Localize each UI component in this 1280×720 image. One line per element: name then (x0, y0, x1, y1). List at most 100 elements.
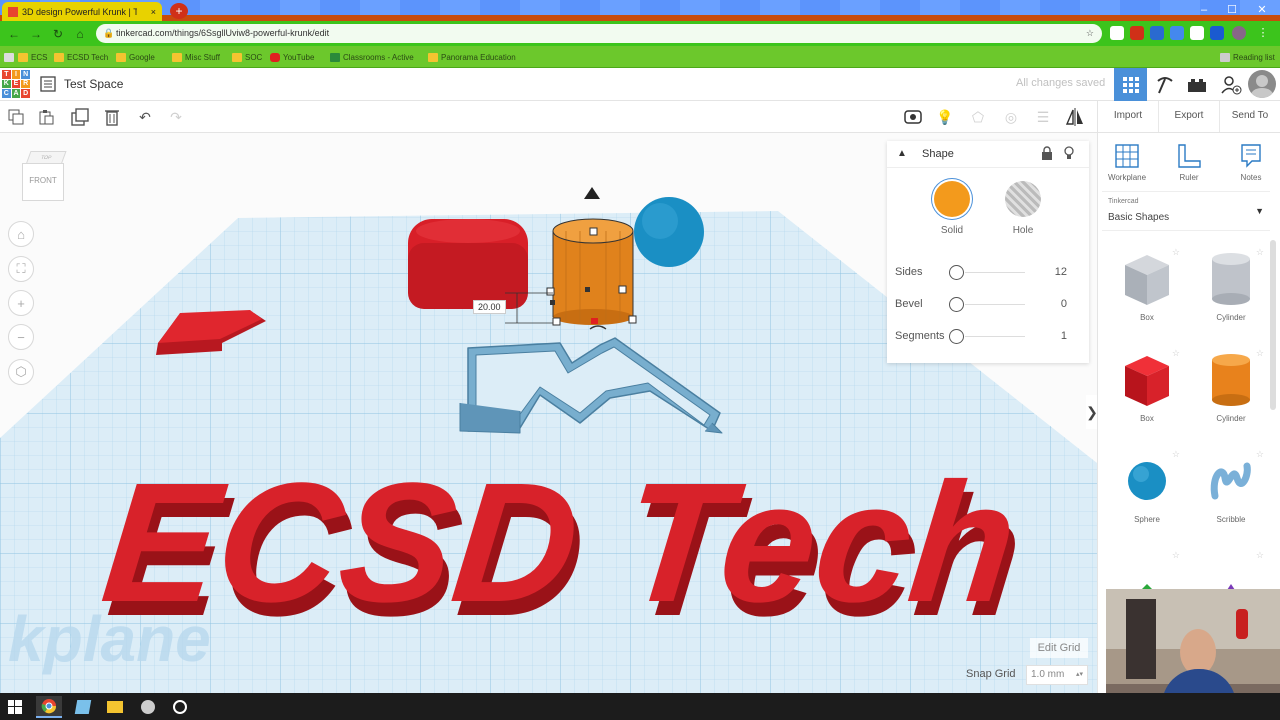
shape-cylinder-orange[interactable]: ☆ Cylinder (1196, 346, 1266, 438)
view-cube[interactable]: TOP FRONT (22, 151, 67, 203)
export-button[interactable]: Export (1158, 101, 1219, 132)
app-taskbar-icon[interactable] (135, 696, 161, 718)
bricks-button[interactable] (1180, 68, 1213, 101)
collapse-chevron-icon[interactable]: ▲ (897, 148, 907, 159)
favorite-star-icon[interactable]: ☆ (1256, 449, 1264, 460)
red-rounded-box[interactable] (408, 219, 528, 309)
url-field[interactable]: 🔒 tinkercad.com/things/6SsgllUviw8-power… (96, 24, 1102, 43)
extension-icon[interactable] (1210, 26, 1224, 40)
perspective-icon[interactable]: ⬡ (8, 359, 34, 385)
favorite-star-icon[interactable]: ☆ (1256, 247, 1264, 258)
import-button[interactable]: Import (1098, 101, 1158, 132)
paste-icon[interactable] (36, 107, 56, 127)
browser-tab[interactable]: 3D design Powerful Krunk | Tinkercad × (2, 2, 162, 21)
duplicate-icon[interactable] (70, 107, 90, 127)
favorite-star-icon[interactable]: ☆ (1172, 247, 1180, 258)
mirror-icon[interactable] (1065, 107, 1085, 127)
add-user-button[interactable] (1214, 68, 1247, 101)
shape-box-red[interactable]: ☆ Box (1112, 346, 1182, 438)
lock-shape-icon[interactable] (1041, 146, 1053, 163)
obs-taskbar-icon[interactable] (167, 696, 193, 718)
shape-box-gray[interactable]: ☆ Box (1112, 245, 1182, 337)
delete-icon[interactable] (102, 107, 122, 127)
zoom-out-icon[interactable]: − (8, 324, 34, 350)
new-tab-button[interactable]: + (170, 3, 188, 19)
extension-icon[interactable] (1110, 26, 1124, 40)
extension-icon[interactable] (1190, 26, 1204, 40)
back-icon[interactable]: ← (6, 26, 22, 42)
hole-swatch[interactable] (1005, 181, 1041, 217)
chrome-taskbar-icon[interactable] (36, 696, 62, 718)
ecsd-tech-text-object[interactable]: ECSD Tech ECSD Tech (95, 448, 1031, 651)
solid-option[interactable]: Solid (927, 181, 977, 236)
shapes-scrollbar[interactable] (1270, 240, 1276, 410)
shape-sphere[interactable]: ☆ Sphere (1112, 447, 1182, 539)
file-explorer-icon[interactable] (102, 696, 128, 718)
light-bulb-icon[interactable] (1063, 146, 1075, 163)
solid-color-swatch[interactable] (934, 181, 970, 217)
shape-note-icon[interactable]: ⬠ (968, 107, 988, 127)
tinkercad-logo[interactable]: TIN KER CAD (2, 70, 30, 98)
blue-sphere[interactable] (634, 197, 704, 267)
bookmark-misc-stuff[interactable]: Misc Stuff (172, 50, 220, 64)
user-avatar[interactable] (1248, 70, 1276, 98)
shape-cylinder-gray[interactable]: ☆ Cylinder (1196, 245, 1266, 337)
extension-icon[interactable] (1150, 26, 1164, 40)
snap-grid-select[interactable]: 1.0 mm ▴▾ (1026, 665, 1088, 685)
profile-avatar[interactable] (1232, 26, 1246, 40)
bookmark-soc[interactable]: SOC (232, 50, 262, 64)
copy-icon[interactable] (6, 107, 26, 127)
bevel-slider[interactable]: Bevel 0 (895, 295, 1081, 315)
3d-view-button[interactable] (1114, 68, 1147, 101)
menu-icon[interactable]: ⋮ (1256, 26, 1270, 40)
bookmark-classrooms[interactable]: Classrooms - Active (330, 50, 414, 64)
segments-knob[interactable] (949, 329, 964, 344)
workplane-tool[interactable]: Workplane (1102, 141, 1152, 182)
3d-viewport[interactable]: kplane ECSD Tech ECSD Tech TOP FRONT ⌂ ⛶… (0, 133, 1097, 693)
favorite-star-icon[interactable]: ☆ (1256, 348, 1264, 359)
bookmark-google[interactable]: Google (116, 50, 155, 64)
fit-view-icon[interactable]: ⛶ (8, 256, 34, 282)
favorite-star-icon[interactable]: ☆ (1172, 449, 1180, 460)
home-icon[interactable]: ⌂ (72, 26, 88, 42)
maximize-button[interactable]: ☐ (1222, 2, 1242, 18)
segments-slider[interactable]: Segments 1 (895, 327, 1081, 347)
sides-value[interactable]: 12 (1055, 266, 1067, 278)
favorite-star-icon[interactable]: ☆ (1256, 550, 1264, 561)
design-list-icon[interactable] (40, 76, 56, 92)
minimize-button[interactable]: – (1194, 2, 1214, 18)
app-taskbar-icon[interactable] (70, 696, 96, 718)
notes-tool[interactable]: Notes (1226, 141, 1276, 182)
redo-icon[interactable]: ↷ (166, 107, 186, 127)
viewcube-front[interactable]: FRONT (22, 163, 64, 201)
windows-start-icon[interactable] (2, 696, 28, 718)
home-view-icon[interactable]: ⌂ (8, 221, 34, 247)
reload-icon[interactable]: ↻ (50, 26, 66, 42)
align-icon[interactable]: ☰ (1033, 107, 1053, 127)
design-title[interactable]: Test Space (64, 77, 123, 91)
reading-list[interactable]: Reading list (1220, 50, 1275, 64)
undo-icon[interactable]: ↶ (135, 107, 155, 127)
zoom-in-icon[interactable]: + (8, 290, 34, 316)
send-to-button[interactable]: Send To (1219, 101, 1280, 132)
sides-knob[interactable] (949, 265, 964, 280)
forward-icon[interactable]: → (28, 26, 44, 42)
bookmark-star-icon[interactable]: ☆ (1086, 24, 1094, 43)
edit-grid-button[interactable]: Edit Grid (1030, 638, 1088, 658)
bookmark-youtube[interactable]: YouTube (270, 50, 314, 64)
group-icon[interactable]: ◎ (1001, 107, 1021, 127)
ruler-tool[interactable]: Ruler (1164, 141, 1214, 182)
shape-category-select[interactable]: Tinkercad Basic Shapes ▼ (1102, 191, 1270, 231)
camera-view-icon[interactable] (903, 107, 923, 127)
shape-scribble[interactable]: ☆ Scribble (1196, 447, 1266, 539)
tab-close-icon[interactable]: × (151, 7, 156, 17)
segments-value[interactable]: 1 (1061, 330, 1067, 342)
favorite-star-icon[interactable]: ☆ (1172, 550, 1180, 561)
bookmark-panorama[interactable]: Panorama Education (428, 50, 516, 64)
close-window-button[interactable]: ✕ (1252, 2, 1272, 18)
extension-icon[interactable] (1170, 26, 1184, 40)
dimension-label[interactable]: 20.00 (473, 300, 506, 314)
extension-icon[interactable] (1130, 26, 1144, 40)
apps-icon[interactable] (4, 50, 14, 64)
light-bulb-icon[interactable]: 💡 (935, 107, 955, 127)
